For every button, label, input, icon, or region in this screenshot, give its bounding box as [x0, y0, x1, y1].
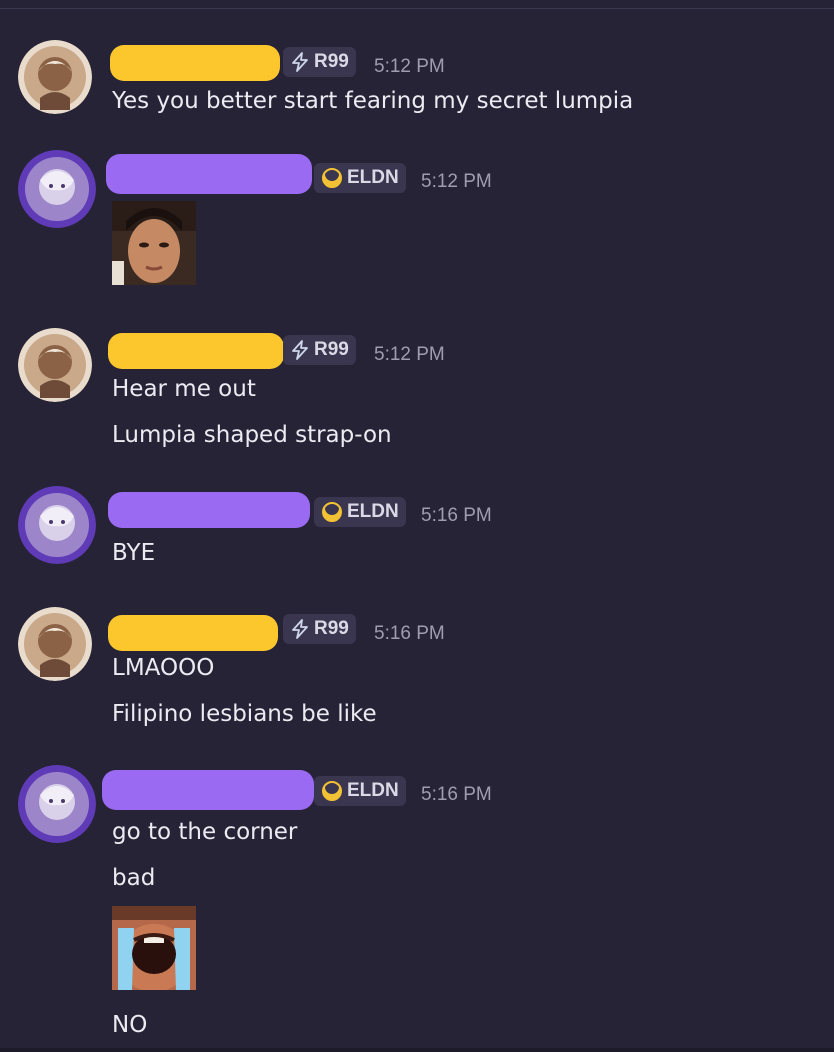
message-text: NO: [112, 1012, 148, 1038]
message-timestamp: 5:16 PM: [421, 505, 492, 526]
avatar-image-icon: [18, 150, 96, 228]
message-timestamp: 5:16 PM: [421, 784, 492, 805]
guild-tag-label: R99: [314, 51, 349, 72]
reaction-image[interactable]: [112, 201, 196, 285]
username-redacted[interactable]: [108, 492, 310, 528]
username-redacted[interactable]: [110, 45, 280, 81]
message-text: LMAOOO: [112, 655, 215, 681]
avatar-image-icon: [18, 328, 92, 402]
message-timestamp: 5:12 PM: [374, 344, 445, 365]
lightning-icon: [292, 340, 308, 360]
username-redacted[interactable]: [106, 154, 312, 194]
username-redacted[interactable]: [108, 333, 284, 369]
guild-tag-label: R99: [314, 339, 349, 360]
username-redacted[interactable]: [102, 770, 314, 810]
crescent-icon: [322, 167, 342, 188]
user-avatar[interactable]: [18, 328, 92, 402]
guild-tag[interactable]: R99: [283, 47, 356, 77]
username-redacted[interactable]: [108, 615, 278, 651]
reaction-image[interactable]: [112, 906, 196, 990]
avatar-image-icon: [18, 607, 92, 681]
message-text: BYE: [112, 540, 156, 566]
avatar-image-icon: [18, 40, 92, 114]
user-avatar[interactable]: [18, 765, 96, 843]
woman-face-icon: [112, 201, 196, 285]
message-timestamp: 5:12 PM: [421, 171, 492, 192]
user-avatar[interactable]: [18, 40, 92, 114]
message-text: bad: [112, 865, 156, 891]
crying-man-icon: [112, 906, 196, 990]
guild-tag[interactable]: R99: [283, 335, 356, 365]
bottom-edge: [0, 1048, 834, 1052]
lightning-icon: [292, 52, 308, 72]
guild-tag[interactable]: R99: [283, 614, 356, 644]
avatar-image-icon: [18, 765, 96, 843]
message-text: Yes you better start fearing my secret l…: [112, 88, 634, 114]
guild-tag[interactable]: ELDN: [314, 776, 406, 806]
message-text: go to the corner: [112, 819, 298, 845]
message-text: Filipino lesbians be like: [112, 701, 377, 727]
message-text: Hear me out: [112, 376, 256, 402]
user-avatar[interactable]: [18, 486, 96, 564]
top-divider: [0, 8, 834, 9]
message-timestamp: 5:12 PM: [374, 56, 445, 77]
user-avatar[interactable]: [18, 150, 96, 228]
crescent-icon: [322, 501, 342, 522]
guild-tag-label: ELDN: [347, 167, 399, 188]
guild-tag-label: ELDN: [347, 780, 399, 801]
crescent-icon: [322, 780, 342, 801]
guild-tag-label: ELDN: [347, 501, 399, 522]
user-avatar[interactable]: [18, 607, 92, 681]
avatar-image-icon: [18, 486, 96, 564]
guild-tag[interactable]: ELDN: [314, 497, 406, 527]
message-text: Lumpia shaped strap-on: [112, 422, 392, 448]
message-timestamp: 5:16 PM: [374, 623, 445, 644]
lightning-icon: [292, 619, 308, 639]
guild-tag[interactable]: ELDN: [314, 163, 406, 193]
guild-tag-label: R99: [314, 618, 349, 639]
